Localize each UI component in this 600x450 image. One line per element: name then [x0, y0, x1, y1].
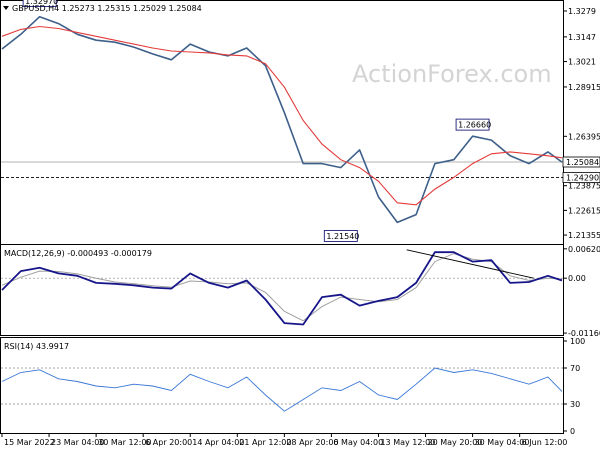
- rsi-tick-label: 30: [570, 400, 580, 409]
- price-tick-label: 1.21355: [568, 231, 600, 240]
- price-tick-label: 1.3021: [568, 58, 596, 67]
- price-tick-label: 1.22615: [568, 206, 600, 215]
- rsi-panel-frame: [0, 337, 564, 434]
- price-panel: 1.32791.31471.30211.289151.263951.238751…: [1, 0, 600, 242]
- rsi-line: [1, 367, 563, 412]
- rsi-tick-label: 0: [570, 427, 575, 436]
- price-tick-label: 1.26395: [568, 132, 600, 141]
- x-tick-label: 15 Mar 2022: [4, 438, 55, 447]
- price-annotation-label: 1.21540: [326, 232, 359, 241]
- price-annotation-label: 1.26660: [458, 121, 491, 130]
- x-tick-label: 23 Mar 04:00: [51, 438, 104, 447]
- macd-panel: 0.0062080.00-0.011607: [1, 245, 600, 338]
- dropdown-triangle-icon[interactable]: [3, 6, 9, 10]
- macd-main-line: [1, 251, 563, 326]
- price-tick-label: 1.3147: [568, 33, 596, 42]
- macd-tick-label: 0.006208: [568, 245, 600, 254]
- x-tick-label: 6 May 04:00: [333, 438, 383, 447]
- x-tick-label: 6 Jun 12:00: [522, 438, 568, 447]
- x-axis: 15 Mar 202223 Mar 04:0030 Mar 12:006 Apr…: [1, 433, 568, 447]
- macd-tick-label: 0.00: [568, 274, 586, 283]
- rsi-tick-label: 70: [570, 364, 580, 373]
- chart-root: ActionForex.com 1.3279 1.3147 1.3021 1.2891…: [0, 0, 600, 447]
- moving-average-line: [1, 25, 563, 206]
- rsi-tick-label: 100: [570, 337, 585, 346]
- macd-signal-line: [1, 253, 563, 322]
- x-tick-label: 21 Apr 12:00: [239, 438, 291, 447]
- x-tick-label: 14 Apr 04:00: [192, 438, 244, 447]
- price_label-text: 1.25084: [566, 158, 599, 167]
- rsi-title: RSI(14) 43.9917: [4, 342, 69, 351]
- macd-title: MACD(12,26,9) -0.000493 -0.000179: [4, 249, 152, 258]
- x-tick-label: 30 Mar 12:00: [98, 438, 151, 447]
- price-tick-label: 1.23875: [568, 182, 600, 191]
- macd-panel-frame: [0, 244, 564, 336]
- x-tick-label: 28 Apr 20:00: [286, 438, 338, 447]
- symbol-info: GBPUSD,H4 1.25273 1.25315 1.25029 1.2508…: [12, 4, 202, 13]
- x-tick-label: 6 Apr 20:00: [145, 438, 192, 447]
- price-tick-label: 1.28915: [568, 83, 600, 92]
- symbol-header: GBPUSD,H4 1.25273 1.25315 1.25029 1.2508…: [3, 4, 202, 13]
- rsi-panel: 100 70 30 0: [1, 337, 585, 436]
- watermark: ActionForex.com: [352, 60, 552, 88]
- support_label-text: 1.24290: [566, 174, 599, 183]
- price-tick-label: 1.3279: [568, 7, 596, 16]
